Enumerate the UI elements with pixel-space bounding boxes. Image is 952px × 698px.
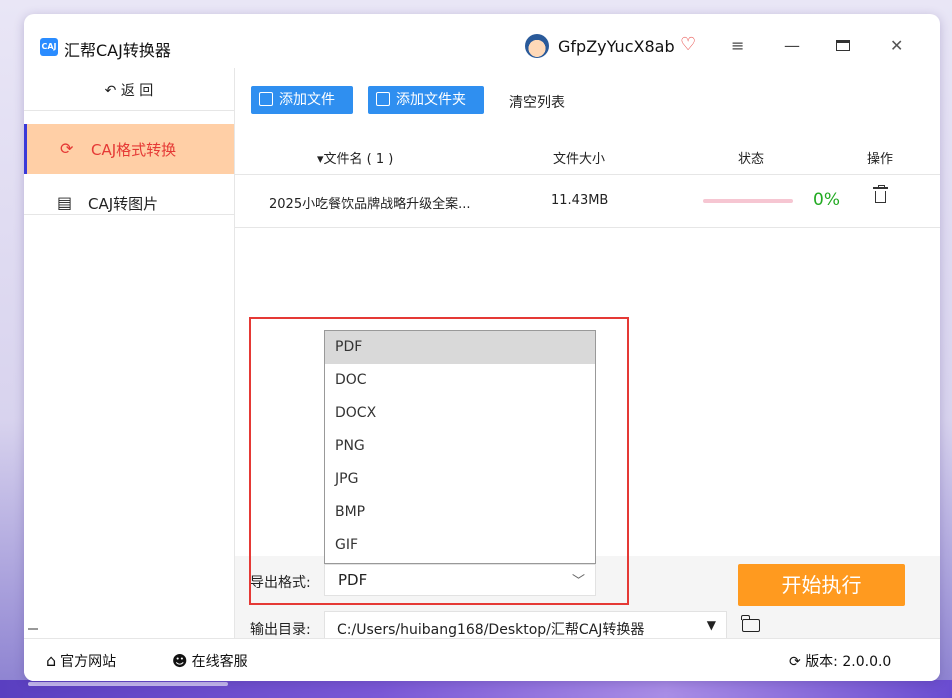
sidebar-item-caj-to-image[interactable]: ▤ CAJ转图片	[24, 178, 234, 228]
support-icon: ☻	[172, 652, 188, 670]
taskbar-thumb	[28, 682, 228, 686]
caret-down-icon: ▼	[706, 618, 716, 632]
version-label: ⟳ 版本: 2.0.0.0	[789, 651, 891, 671]
open-folder-icon[interactable]	[741, 615, 760, 632]
add-folder-button[interactable]: 添加文件夹	[368, 86, 484, 114]
highlight-box	[249, 317, 629, 605]
divider	[24, 110, 234, 111]
username[interactable]: GfpZyYucX8ab	[558, 37, 675, 56]
menu-icon[interactable]: ≡	[731, 36, 744, 55]
document-icon: ▤	[57, 193, 73, 212]
column-header-size: 文件大小	[553, 152, 606, 167]
sidebar: ↶ 返 回 ⟳ CAJ格式转换 ▤ CAJ转图片	[24, 68, 235, 638]
column-header-ops: 操作	[867, 152, 894, 167]
refresh-icon: ⟳	[789, 654, 801, 670]
sidebar-item-caj-format-convert[interactable]: ⟳ CAJ格式转换	[24, 124, 234, 174]
column-header-status: 状态	[738, 152, 765, 167]
start-button[interactable]: 开始执行	[738, 564, 905, 606]
online-support-label: 在线客服	[191, 654, 248, 670]
sidebar-item-label: CAJ格式转换	[91, 141, 177, 159]
official-website-label: 官方网站	[60, 654, 117, 670]
add-file-icon	[259, 92, 273, 106]
add-folder-label: 添加文件夹	[396, 92, 466, 108]
progress-percent: 0%	[813, 190, 840, 210]
maximize-icon[interactable]	[836, 40, 850, 51]
add-file-button[interactable]: 添加文件	[251, 86, 353, 114]
refresh-icon: ⟳	[60, 139, 74, 158]
column-header-name[interactable]: ▾文件名 ( 1 )	[317, 148, 393, 167]
output-dir-label: 输出目录:	[250, 622, 311, 638]
clear-list-button[interactable]: 清空列表	[509, 92, 565, 112]
app-title: 汇帮CAJ转换器	[64, 41, 171, 60]
version-text: 版本: 2.0.0.0	[805, 654, 892, 670]
file-size: 11.43MB	[551, 193, 609, 208]
output-dir-value: C:/Users/huibang168/Desktop/汇帮CAJ转换器	[337, 622, 645, 638]
user-avatar[interactable]	[525, 34, 549, 58]
file-name: 2025小吃餐饮品牌战略升级全案...	[269, 197, 471, 212]
resize-handle[interactable]	[28, 628, 38, 630]
close-icon[interactable]: ✕	[890, 36, 903, 55]
vip-heart-icon[interactable]: ♡	[680, 34, 696, 55]
sidebar-item-label: CAJ转图片	[88, 195, 159, 213]
main-panel: 添加文件 添加文件夹 清空列表 ▾文件名 ( 1 ) 文件大小 状态 操作 20…	[235, 68, 940, 643]
back-button[interactable]: ↶ 返 回	[24, 80, 234, 100]
online-support-link[interactable]: ☻ 在线客服	[172, 651, 248, 671]
add-file-label: 添加文件	[279, 92, 335, 108]
app-logo-icon: CAJ	[40, 38, 58, 56]
minimize-icon[interactable]: —	[784, 36, 800, 55]
add-folder-icon	[376, 92, 390, 106]
official-website-link[interactable]: ⌂ 官方网站	[46, 651, 116, 671]
table-header: ▾文件名 ( 1 ) 文件大小 状态 操作	[235, 140, 940, 175]
title-bar: CAJ 汇帮CAJ转换器 GfpZyYucX8ab ♡ ≡ — ✕	[24, 14, 940, 68]
home-icon: ⌂	[46, 651, 57, 670]
table-row[interactable]: 2025小吃餐饮品牌战略升级全案... 11.43MB 0%	[235, 175, 940, 228]
desktop-taskbar	[0, 680, 952, 698]
divider	[24, 214, 234, 215]
status-bar: ⌂ 官方网站 ☻ 在线客服 ⟳ 版本: 2.0.0.0	[24, 638, 940, 681]
delete-trash-icon[interactable]	[873, 185, 888, 203]
progress-bar	[703, 199, 793, 203]
app-window: CAJ 汇帮CAJ转换器 GfpZyYucX8ab ♡ ≡ — ✕ ↶ 返 回 …	[24, 14, 940, 681]
